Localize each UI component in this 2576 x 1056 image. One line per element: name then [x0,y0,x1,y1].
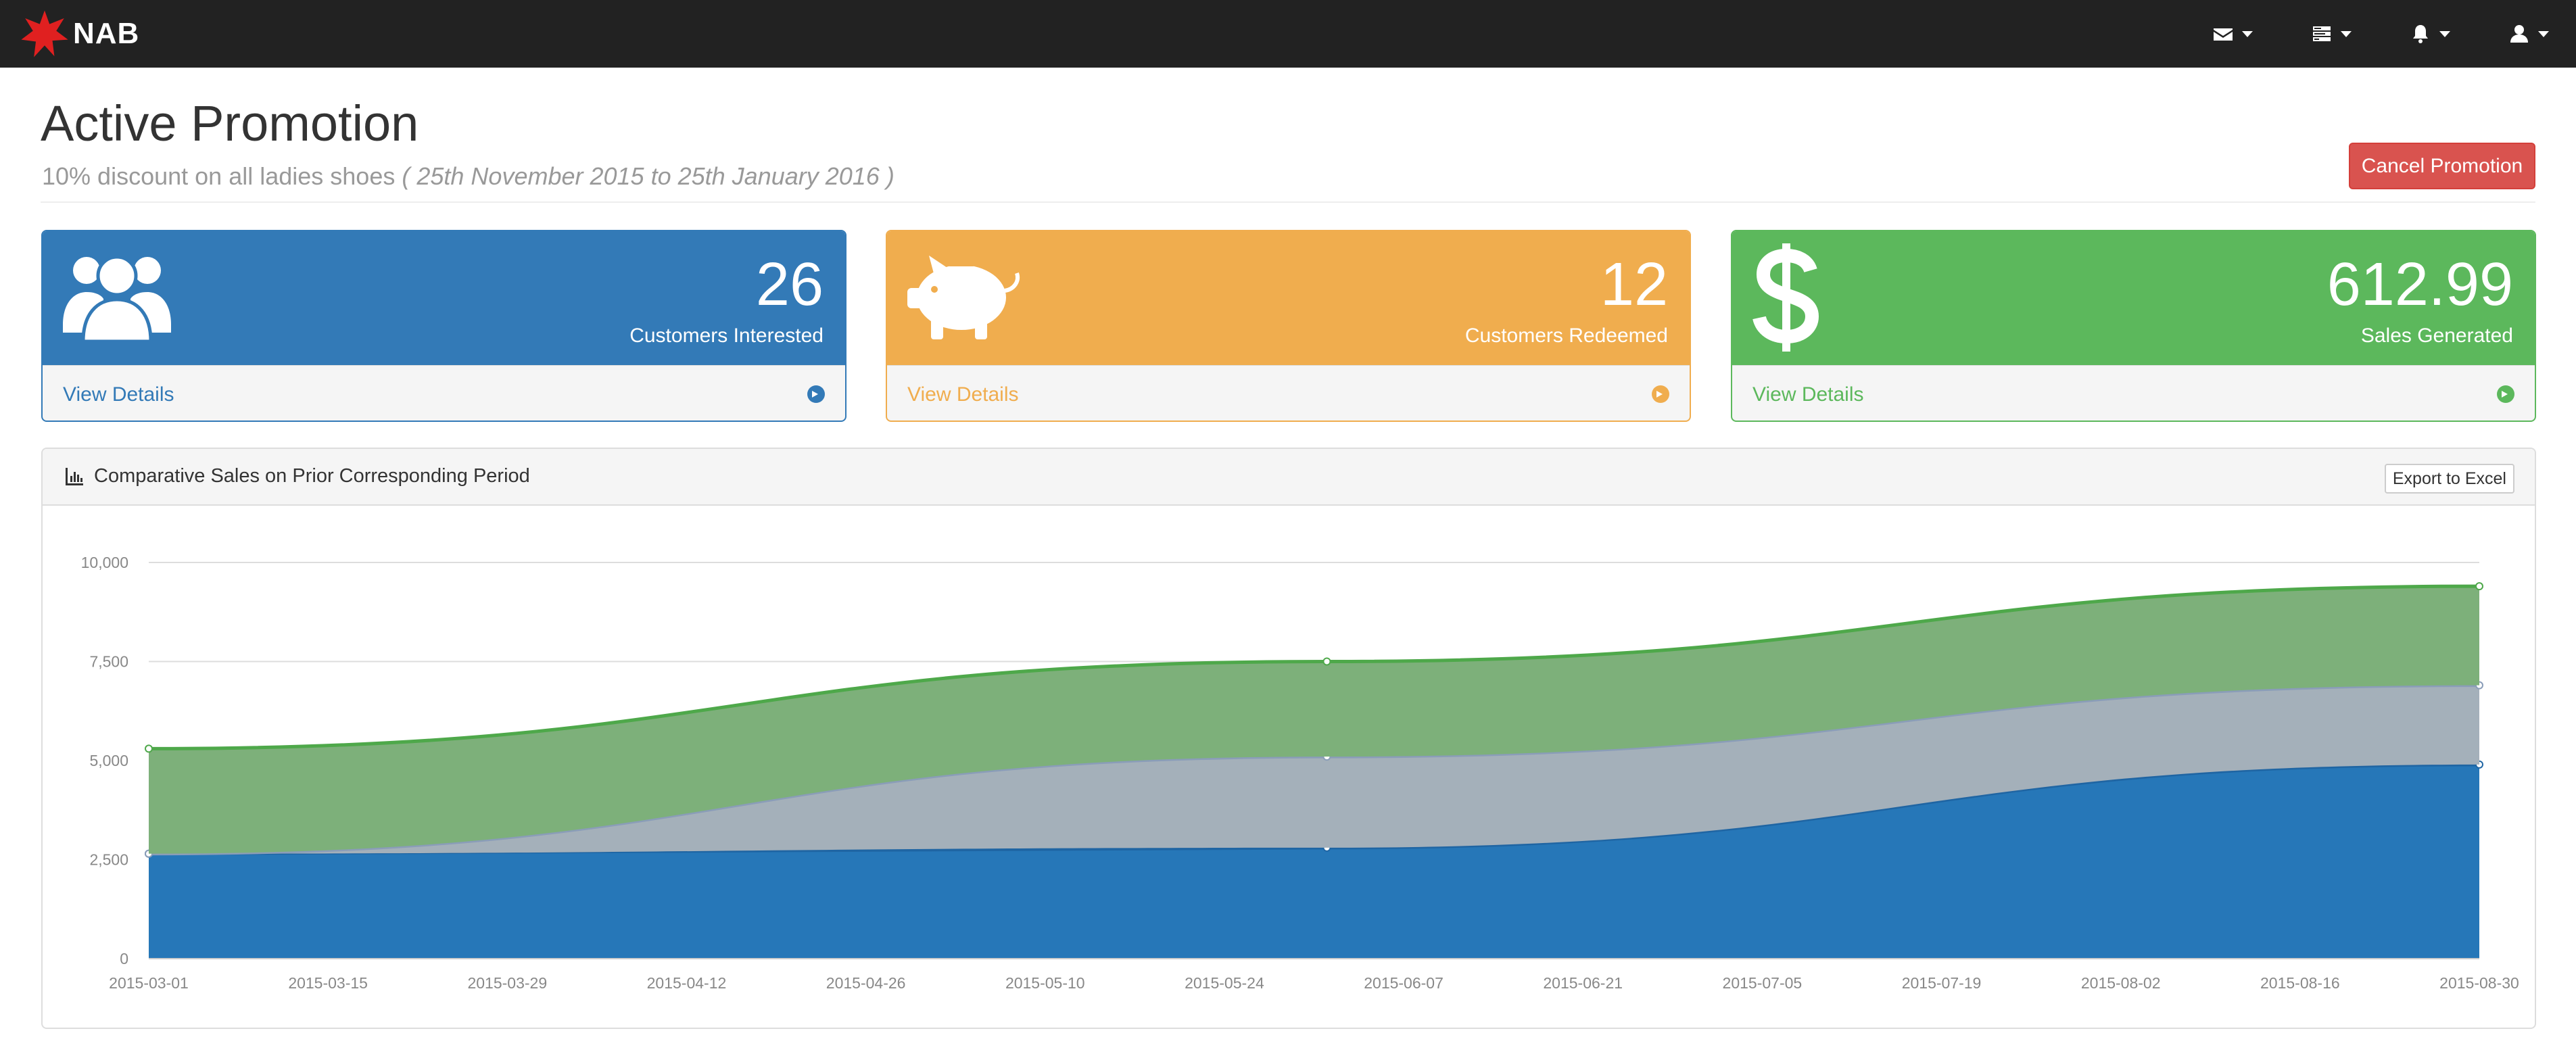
chevron-down-icon [2439,30,2450,37]
arrow-circle-right-icon [2497,385,2514,403]
x-tick-label: 2015-08-02 [2081,974,2161,992]
view-details-link[interactable]: View Details [887,365,1690,421]
top-navbar: NAB [0,0,2576,68]
user-dropdown[interactable] [2508,23,2549,45]
x-tick-label: 2015-05-10 [1005,974,1085,992]
y-tick-label: 0 [120,950,128,967]
chart-panel-heading: Comparative Sales on Prior Corresponding… [43,449,2535,506]
bar-chart-icon [66,467,83,485]
arrow-circle-right-icon [807,385,825,403]
view-details-link[interactable]: View Details [1732,365,2535,421]
page-subtitle: 10% discount on all ladies shoes ( 25th … [42,162,895,191]
promotion-dates: ( 25th November 2015 to 25th January 201… [402,162,895,190]
customers-redeemed-panel: 12 Customers Redeemed View Details [886,230,1691,422]
view-details-label: View Details [907,383,1019,406]
brand-logo[interactable]: NAB [20,9,139,58]
y-tick-label: 7,500 [89,653,128,671]
sales-generated-amount: 612.99 [2327,251,2513,318]
view-details-label: View Details [1752,383,1864,406]
x-tick-label: 2015-04-12 [647,974,727,992]
comparative-sales-panel: Comparative Sales on Prior Corresponding… [41,448,2536,1029]
x-tick-label: 2015-03-29 [467,974,547,992]
export-to-excel-button[interactable]: Export to Excel [2384,464,2514,494]
chevron-down-icon [2538,30,2549,37]
cancel-promotion-button[interactable]: Cancel Promotion [2349,143,2535,189]
customers-interested-count: 26 [755,251,824,318]
nab-star-icon [21,10,68,57]
dollar-icon [1752,243,1820,355]
data-point [2475,582,2483,591]
piggy-bank-icon [907,243,1022,348]
bell-icon [2413,25,2428,43]
header-divider [41,201,2535,203]
users-icon [63,243,171,348]
chevron-down-icon [2242,30,2253,37]
x-tick-label: 2015-06-21 [1543,974,1623,992]
customers-redeemed-label: Customers Redeemed [1464,325,1668,347]
x-tick-label: 2015-07-19 [1902,974,1982,992]
sales-generated-label: Sales Generated [2360,325,2513,347]
x-tick-label: 2015-06-07 [1364,974,1444,992]
x-tick-label: 2015-08-30 [2439,974,2519,992]
stacked-area-chart: 0 2,500 5,000 7,500 10,000 2015-03-01 2015-03-… [81,554,2519,992]
envelope-icon [2214,28,2233,41]
x-tick-label: 2015-08-16 [2260,974,2340,992]
arrow-circle-right-icon [1652,385,1669,403]
brand-name: NAB [73,17,140,50]
promotion-description: 10% discount on all ladies shoes [42,162,396,190]
sales-generated-panel: 612.99 Sales Generated View Details [1731,230,2536,422]
user-icon [2510,25,2528,43]
y-tick-label: 2,500 [89,851,128,869]
y-tick-label: 5,000 [89,752,128,769]
data-point [145,744,153,753]
view-details-label: View Details [63,383,174,406]
customers-redeemed-count: 12 [1600,251,1668,318]
x-tick-label: 2015-03-15 [288,974,368,992]
x-tick-label: 2015-03-01 [109,974,189,992]
tasks-dropdown[interactable] [2311,23,2352,45]
customers-interested-label: Customers Interested [629,325,824,347]
x-tick-label: 2015-04-26 [826,974,906,992]
messages-dropdown[interactable] [2212,23,2253,45]
tasks-icon [2313,26,2331,41]
x-tick-label: 2015-07-05 [1723,974,1803,992]
data-point [1322,657,1331,666]
y-tick-label: 10,000 [81,554,128,571]
customers-interested-panel: 26 Customers Interested View Details [41,230,846,422]
page-title: Active Promotion [41,95,419,151]
alerts-dropdown[interactable] [2410,23,2450,45]
chart-title: Comparative Sales on Prior Corresponding… [94,465,530,487]
view-details-link[interactable]: View Details [43,365,845,421]
chevron-down-icon [2341,30,2352,37]
x-tick-label: 2015-05-24 [1185,974,1264,992]
